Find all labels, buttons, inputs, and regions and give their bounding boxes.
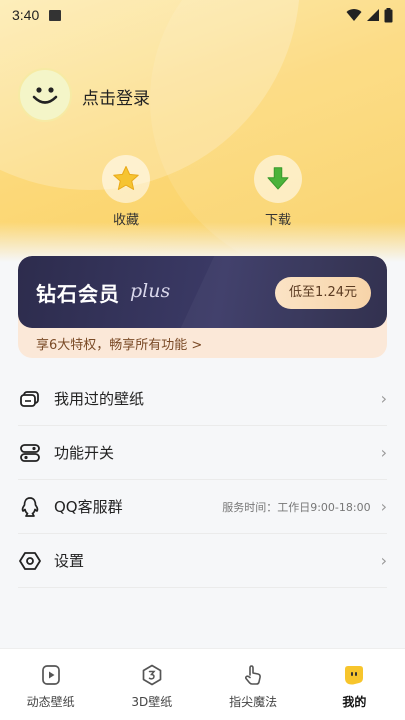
wifi-icon bbox=[346, 9, 362, 21]
signal-icon bbox=[367, 9, 379, 21]
chevron-right-icon: › bbox=[380, 551, 387, 570]
battery-icon bbox=[384, 7, 393, 22]
wallpaper-history-icon bbox=[18, 387, 42, 411]
tab-label: 指尖魔法 bbox=[229, 695, 278, 709]
downloads-button[interactable]: 下载 bbox=[243, 155, 313, 228]
menu-label-qq-group: QQ客服群 bbox=[54, 498, 123, 516]
tab-3d-wallpaper[interactable]: 3D壁纸 bbox=[101, 649, 202, 720]
chevron-right-icon: › bbox=[380, 389, 387, 408]
vip-benefits-link[interactable]: 享6大特权，畅享所有功能 > bbox=[36, 334, 202, 353]
star-icon bbox=[113, 166, 139, 190]
3d-icon bbox=[140, 663, 164, 687]
status-bar: 3:40 bbox=[0, 0, 405, 30]
settings-icon bbox=[18, 549, 42, 573]
downloads-label: 下载 bbox=[264, 213, 291, 228]
status-time: 3:40 bbox=[12, 7, 40, 23]
vip-price-button[interactable]: 低至1.24元 bbox=[275, 277, 371, 309]
tab-label: 3D壁纸 bbox=[131, 695, 173, 709]
menu-item-used-wallpapers[interactable]: 我用过的壁纸 › bbox=[18, 372, 387, 426]
image-notification-icon bbox=[49, 9, 62, 21]
login-link[interactable]: 点击登录 bbox=[82, 84, 150, 109]
menu-item-settings[interactable]: 设置 › bbox=[18, 534, 387, 588]
menu-label-settings: 设置 bbox=[54, 552, 85, 570]
tab-label: 动态壁纸 bbox=[26, 695, 75, 709]
qq-icon bbox=[18, 495, 42, 519]
vip-plus-text: plus bbox=[130, 280, 171, 302]
finger-icon bbox=[241, 663, 265, 687]
favorites-label: 收藏 bbox=[112, 213, 139, 228]
menu-label-used-wallpapers: 我用过的壁纸 bbox=[54, 390, 145, 408]
smiley-face-icon bbox=[32, 87, 58, 104]
chevron-right-icon: › bbox=[380, 497, 387, 516]
menu-item-qq-group[interactable]: QQ客服群 服务时间：工作日9:00-18:00 › bbox=[18, 480, 387, 534]
settings-menu: 我用过的壁纸 › 功能开关 › QQ客服群 服务时间：工作日9:00-18:00… bbox=[18, 372, 387, 588]
profile-header-background bbox=[0, 0, 405, 262]
vip-card[interactable]: 钻石会员 plus 低至1.24元 bbox=[18, 256, 387, 328]
vip-banner[interactable]: 钻石会员 plus 低至1.24元 享6大特权，畅享所有功能 > bbox=[18, 256, 387, 358]
tab-mine[interactable]: 我的 bbox=[304, 649, 405, 720]
bottom-tab-bar: 动态壁纸 3D壁纸 指尖魔法 我的 bbox=[0, 648, 405, 720]
mine-icon bbox=[342, 663, 366, 687]
service-hours-text: 服务时间：工作日9:00-18:00 bbox=[222, 500, 371, 514]
toggle-icon bbox=[18, 441, 42, 465]
chevron-right-icon: › bbox=[380, 443, 387, 462]
play-icon bbox=[39, 663, 63, 687]
tab-fingertip-magic[interactable]: 指尖魔法 bbox=[203, 649, 304, 720]
tab-live-wallpaper[interactable]: 动态壁纸 bbox=[0, 649, 101, 720]
avatar[interactable] bbox=[18, 68, 72, 122]
menu-item-feature-switch[interactable]: 功能开关 › bbox=[18, 426, 387, 480]
tab-label: 我的 bbox=[342, 695, 367, 709]
menu-label-feature-switch: 功能开关 bbox=[54, 444, 115, 462]
download-icon bbox=[267, 167, 289, 190]
favorites-button[interactable]: 收藏 bbox=[91, 155, 161, 228]
vip-title: 钻石会员 bbox=[36, 282, 120, 306]
